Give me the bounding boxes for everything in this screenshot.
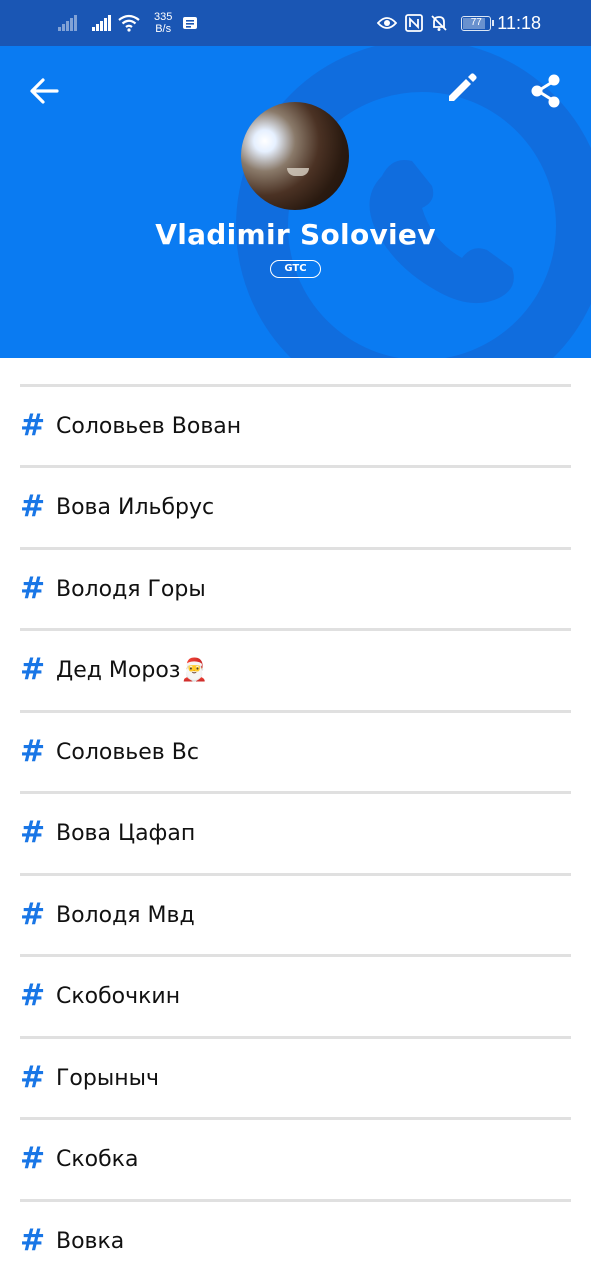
hash-icon: # — [20, 1060, 46, 1095]
tag-label: Соловьев Вс — [56, 739, 199, 765]
hash-icon: # — [20, 978, 46, 1013]
hash-icon: # — [20, 408, 46, 443]
gtc-badge: GTC — [270, 260, 321, 278]
list-item[interactable]: # Вовка — [20, 1202, 571, 1280]
share-icon — [531, 74, 560, 108]
status-left: 335 B/s — [58, 8, 206, 38]
battery-percent: 77 — [470, 16, 482, 28]
hash-icon: # — [20, 897, 46, 932]
tag-label: Соловьев Вован — [56, 413, 242, 439]
contact-name: Vladimir Soloviev — [155, 218, 436, 251]
list-item[interactable]: # Дед Мороз🎅 — [20, 631, 571, 709]
message-icon — [183, 17, 198, 29]
wifi-icon — [118, 14, 140, 32]
back-arrow-icon — [30, 78, 59, 104]
hash-icon: # — [20, 815, 46, 850]
network-speed-unit: B/s — [155, 23, 172, 35]
share-button[interactable] — [522, 68, 570, 114]
list-item[interactable]: # Володя Горы — [20, 550, 571, 628]
battery-icon: 77 — [461, 15, 495, 31]
avatar[interactable] — [241, 102, 349, 210]
tag-label: Скобочкин — [56, 983, 181, 1009]
list-item[interactable]: # Вова Ильбрус — [20, 468, 571, 546]
tag-label: Вова Цафап — [56, 820, 196, 846]
tag-label: Володя Горы — [56, 576, 206, 602]
nfc-icon — [405, 14, 424, 32]
tag-label: Скобка — [56, 1146, 139, 1172]
tag-label: Вова Ильбрус — [56, 494, 215, 520]
list-item[interactable]: # Вова Цафап — [20, 794, 571, 872]
status-bar: 335 B/s 77 11:18 — [0, 0, 591, 46]
list-item[interactable]: # Горыныч — [20, 1039, 571, 1117]
network-speed: 335 B/s — [154, 11, 172, 35]
signal-icon — [92, 15, 112, 31]
edit-pencil-icon — [449, 73, 477, 101]
list-item[interactable]: # Скобка — [20, 1120, 571, 1198]
list-item[interactable]: # Соловьев Вован — [20, 387, 571, 465]
eye-icon — [377, 17, 398, 29]
hash-icon: # — [20, 652, 46, 687]
tag-label: Вовка — [56, 1228, 125, 1254]
tag-label: Дед Мороз🎅 — [56, 657, 208, 683]
list-item[interactable]: # Соловьев Вс — [20, 713, 571, 791]
edit-button[interactable] — [438, 64, 486, 110]
tag-label: Горыныч — [56, 1065, 159, 1091]
status-right: 77 11:18 — [377, 8, 541, 38]
profile-header: Vladimir Soloviev GTC — [0, 46, 591, 358]
list-item[interactable]: # Володя Мвд — [20, 876, 571, 954]
bell-off-icon — [431, 15, 447, 31]
network-speed-value: 335 — [154, 11, 173, 23]
signal-icon — [58, 15, 78, 31]
back-button[interactable] — [18, 70, 70, 112]
hash-icon: # — [20, 489, 46, 524]
list-item[interactable]: # Скобочкин — [20, 957, 571, 1035]
hash-icon: # — [20, 1141, 46, 1176]
hash-icon: # — [20, 734, 46, 769]
hash-icon: # — [20, 571, 46, 606]
hash-icon: # — [20, 1223, 46, 1258]
tag-label: Володя Мвд — [56, 902, 195, 928]
clock: 11:18 — [497, 12, 541, 33]
